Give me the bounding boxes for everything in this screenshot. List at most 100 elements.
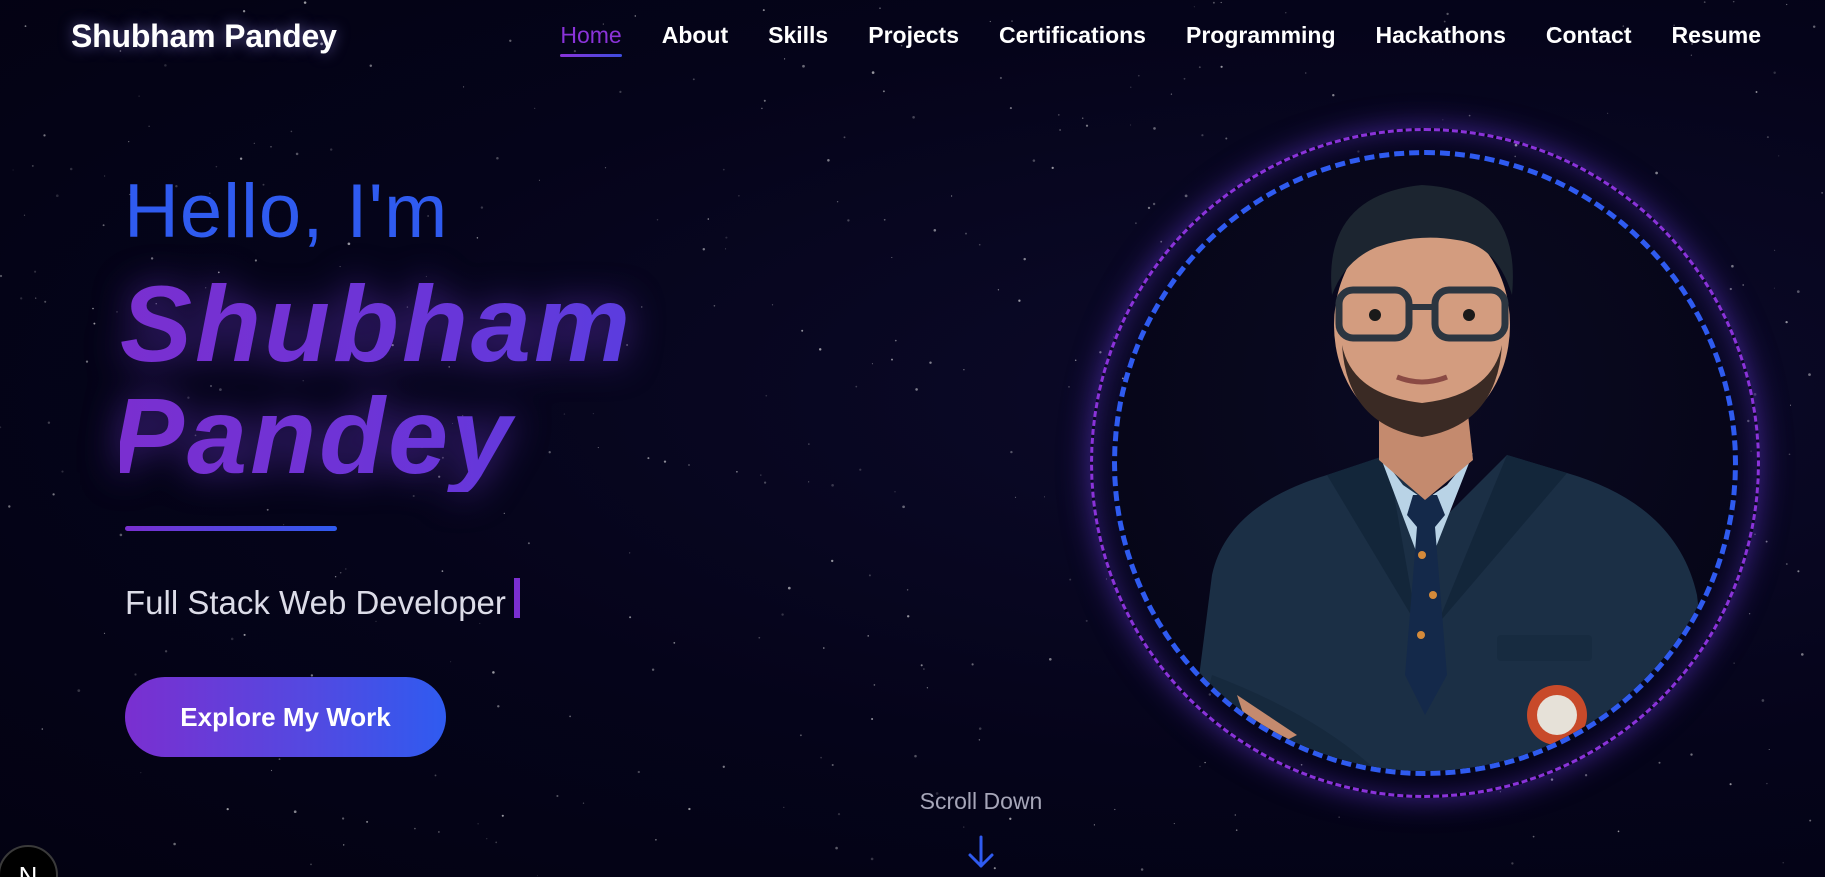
star <box>1235 829 1238 831</box>
star <box>906 615 910 618</box>
arrow-down-icon <box>968 835 994 868</box>
nav-certifications[interactable]: Certifications <box>999 22 1146 57</box>
star <box>604 167 607 169</box>
star <box>920 664 923 667</box>
nav-projects[interactable]: Projects <box>868 22 959 57</box>
star <box>1442 119 1444 121</box>
star <box>641 306 643 308</box>
star <box>434 774 437 777</box>
star <box>629 552 631 554</box>
brand-logo[interactable]: Shubham Pandey <box>71 18 337 55</box>
star <box>923 668 925 670</box>
star <box>477 823 479 825</box>
star <box>77 689 81 692</box>
star <box>818 348 822 351</box>
star <box>1607 112 1609 114</box>
star <box>713 305 716 307</box>
star <box>164 650 168 653</box>
profile-portrait <box>1090 128 1760 798</box>
star <box>758 636 761 639</box>
star <box>906 589 909 591</box>
star <box>725 248 727 250</box>
star <box>270 146 272 148</box>
star <box>31 164 34 167</box>
nav-contact[interactable]: Contact <box>1546 22 1632 57</box>
star <box>1130 86 1132 88</box>
star <box>951 195 953 197</box>
star <box>102 224 105 227</box>
star <box>1773 287 1775 289</box>
star <box>765 394 768 397</box>
star <box>93 322 96 325</box>
star <box>527 542 530 545</box>
star <box>891 256 893 259</box>
star <box>43 134 46 137</box>
star <box>1074 359 1077 362</box>
star <box>1068 386 1070 388</box>
portrait-inner-ring <box>1112 150 1738 776</box>
star <box>1332 94 1335 97</box>
nav-about[interactable]: About <box>662 22 728 57</box>
star <box>978 727 982 730</box>
star <box>1821 192 1823 194</box>
star <box>722 765 725 768</box>
star <box>8 505 11 508</box>
typing-cursor <box>513 578 520 618</box>
star <box>556 794 559 798</box>
star <box>1778 155 1780 157</box>
hero-name: Shubham Pandey <box>120 268 633 492</box>
star <box>1789 404 1792 406</box>
star <box>763 99 766 102</box>
star <box>1788 453 1791 456</box>
star <box>293 810 297 814</box>
star <box>963 369 965 371</box>
star <box>1468 114 1471 117</box>
star <box>882 90 885 93</box>
star <box>342 844 345 846</box>
nav-home[interactable]: Home <box>560 22 623 57</box>
star <box>647 457 650 460</box>
star <box>870 857 874 861</box>
hero-greeting: Hello, I'm <box>124 169 449 254</box>
star <box>116 311 118 313</box>
star <box>827 159 830 162</box>
star <box>34 270 37 273</box>
star <box>582 802 585 804</box>
star <box>1114 808 1116 811</box>
star <box>253 142 255 144</box>
star <box>479 622 481 624</box>
star <box>1093 824 1096 826</box>
explore-work-button[interactable]: Explore My Work <box>125 677 446 757</box>
star <box>926 687 929 689</box>
star <box>480 206 484 209</box>
star <box>637 770 640 774</box>
star <box>341 817 345 820</box>
star <box>783 806 785 809</box>
star <box>859 468 862 471</box>
star <box>771 304 774 306</box>
star <box>52 493 55 496</box>
star <box>1059 129 1062 131</box>
profile-photo <box>1187 185 1717 771</box>
star <box>138 95 140 97</box>
scroll-down-indicator[interactable]: Scroll Down <box>916 788 1046 869</box>
star <box>894 491 896 493</box>
star <box>651 668 655 671</box>
star <box>1809 819 1812 822</box>
star <box>1766 136 1769 139</box>
nextjs-logo-icon[interactable]: N <box>0 845 58 877</box>
star <box>1014 496 1017 499</box>
nav-programming[interactable]: Programming <box>1186 22 1336 57</box>
nav-skills[interactable]: Skills <box>768 22 828 57</box>
star <box>1010 450 1013 454</box>
star <box>823 647 825 649</box>
star <box>1173 823 1175 825</box>
nav-hackathons[interactable]: Hackathons <box>1376 22 1506 57</box>
star <box>997 289 1000 291</box>
star <box>663 460 667 463</box>
nav-resume[interactable]: Resume <box>1672 22 1761 57</box>
star <box>831 559 834 563</box>
star <box>1774 249 1776 251</box>
star <box>366 820 369 823</box>
star <box>1532 835 1535 838</box>
